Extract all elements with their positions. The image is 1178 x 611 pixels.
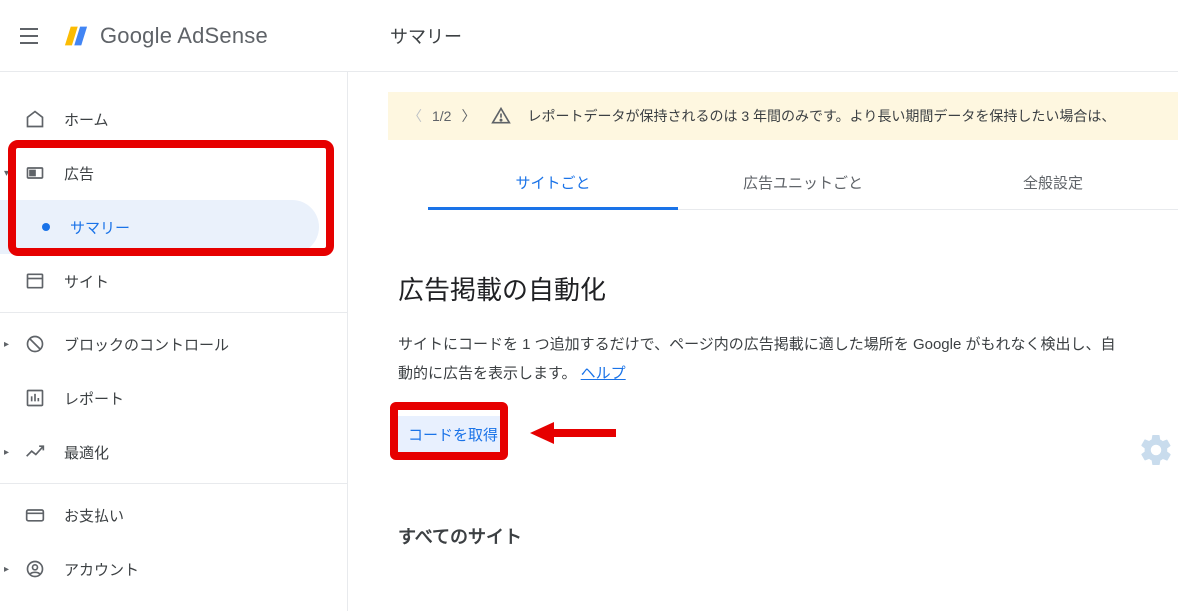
top-header: Google AdSense サマリー <box>0 0 1178 72</box>
sidebar-item-label: アカウント <box>64 559 139 580</box>
sidebar-item-label: 広告 <box>64 163 94 184</box>
section-description: サイトにコードを 1 つ追加するだけで、ページ内の広告掲載に適した場所を Goo… <box>398 331 1118 388</box>
ad-icon <box>24 162 46 184</box>
page-title: サマリー <box>350 23 462 49</box>
chevron-right-icon: ▸ <box>4 447 9 458</box>
settings-gear-icon[interactable] <box>1138 432 1174 473</box>
notification-pager: 〈 1/2 〉 <box>408 106 475 126</box>
block-icon <box>24 333 46 355</box>
brand-text: Google AdSense <box>100 23 268 49</box>
sidebar-item-home[interactable]: ホーム <box>0 92 347 146</box>
header-left: Google AdSense <box>0 22 350 50</box>
tabs: サイトごと 広告ユニットごと 全般設定 <box>428 156 1178 210</box>
sidebar-item-payments[interactable]: お支払い <box>0 488 347 542</box>
sidebar-item-blocking[interactable]: ▸ ブロックのコントロール <box>0 317 347 371</box>
sidebar-item-ads[interactable]: ▾ 広告 <box>0 146 347 200</box>
divider <box>0 312 347 313</box>
tab-label: 広告ユニットごと <box>743 175 863 192</box>
all-sites-heading: すべてのサイト <box>398 523 1158 549</box>
help-link[interactable]: ヘルプ <box>581 365 626 382</box>
hamburger-menu-icon[interactable] <box>20 24 44 48</box>
adsense-logo-icon <box>62 22 90 50</box>
tab-label: サイトごと <box>515 175 590 192</box>
sidebar-item-label: サマリー <box>70 217 130 238</box>
pager-prev-icon[interactable]: 〈 <box>408 106 422 126</box>
sidebar-item-label: 最適化 <box>64 442 109 463</box>
main-content: 〈 1/2 〉 レポートデータが保持されるのは 3 年間のみです。より長い期間デ… <box>348 72 1178 611</box>
divider <box>0 483 347 484</box>
sidebar-item-account[interactable]: ▸ アカウント <box>0 542 347 596</box>
chevron-right-icon: ▸ <box>4 564 9 575</box>
tab-label: 全般設定 <box>1023 175 1083 192</box>
account-icon <box>24 558 46 580</box>
chevron-right-icon: ▸ <box>4 339 9 350</box>
sidebar-item-label: ブロックのコントロール <box>64 334 229 355</box>
get-code-wrap: コードを取得 <box>398 416 508 453</box>
site-icon <box>24 270 46 292</box>
sidebar: ホーム ▾ 広告 サマリー サイト ▸ ブロックのコントロール <box>0 72 348 611</box>
pager-count: 1/2 <box>432 108 451 124</box>
sidebar-item-label: ホーム <box>64 109 109 130</box>
tab-by-site[interactable]: サイトごと <box>428 156 678 209</box>
sidebar-item-optimization[interactable]: ▸ 最適化 <box>0 425 347 479</box>
tab-general-settings[interactable]: 全般設定 <box>928 156 1178 209</box>
sidebar-item-label: レポート <box>64 388 124 409</box>
warning-icon <box>491 106 511 126</box>
chevron-down-icon: ▾ <box>4 168 9 179</box>
notification-message: レポートデータが保持されるのは 3 年間のみです。より長い期間データを保持したい… <box>527 106 1115 126</box>
active-dot-icon <box>42 223 50 231</box>
tab-by-unit[interactable]: 広告ユニットごと <box>678 156 928 209</box>
section-heading: 広告掲載の自動化 <box>398 270 1158 307</box>
notification-bar: 〈 1/2 〉 レポートデータが保持されるのは 3 年間のみです。より長い期間デ… <box>388 92 1178 140</box>
report-icon <box>24 387 46 409</box>
sidebar-item-label: お支払い <box>64 505 124 526</box>
sidebar-item-reports[interactable]: レポート <box>0 371 347 425</box>
description-text: サイトにコードを 1 つ追加するだけで、ページ内の広告掲載に適した場所を Goo… <box>398 336 1116 382</box>
brand-logo[interactable]: Google AdSense <box>62 22 268 50</box>
sidebar-item-summary[interactable]: サマリー <box>0 200 319 254</box>
sidebar-item-sites[interactable]: サイト <box>0 254 347 308</box>
optimize-icon <box>24 441 46 463</box>
get-code-button[interactable]: コードを取得 <box>398 416 508 453</box>
sidebar-item-label: サイト <box>64 271 109 292</box>
payments-icon <box>24 504 46 526</box>
annotation-arrow-icon <box>528 420 618 446</box>
pager-next-icon[interactable]: 〉 <box>461 106 475 126</box>
home-icon <box>24 108 46 130</box>
auto-ads-section: 広告掲載の自動化 サイトにコードを 1 つ追加するだけで、ページ内の広告掲載に適… <box>388 210 1178 549</box>
